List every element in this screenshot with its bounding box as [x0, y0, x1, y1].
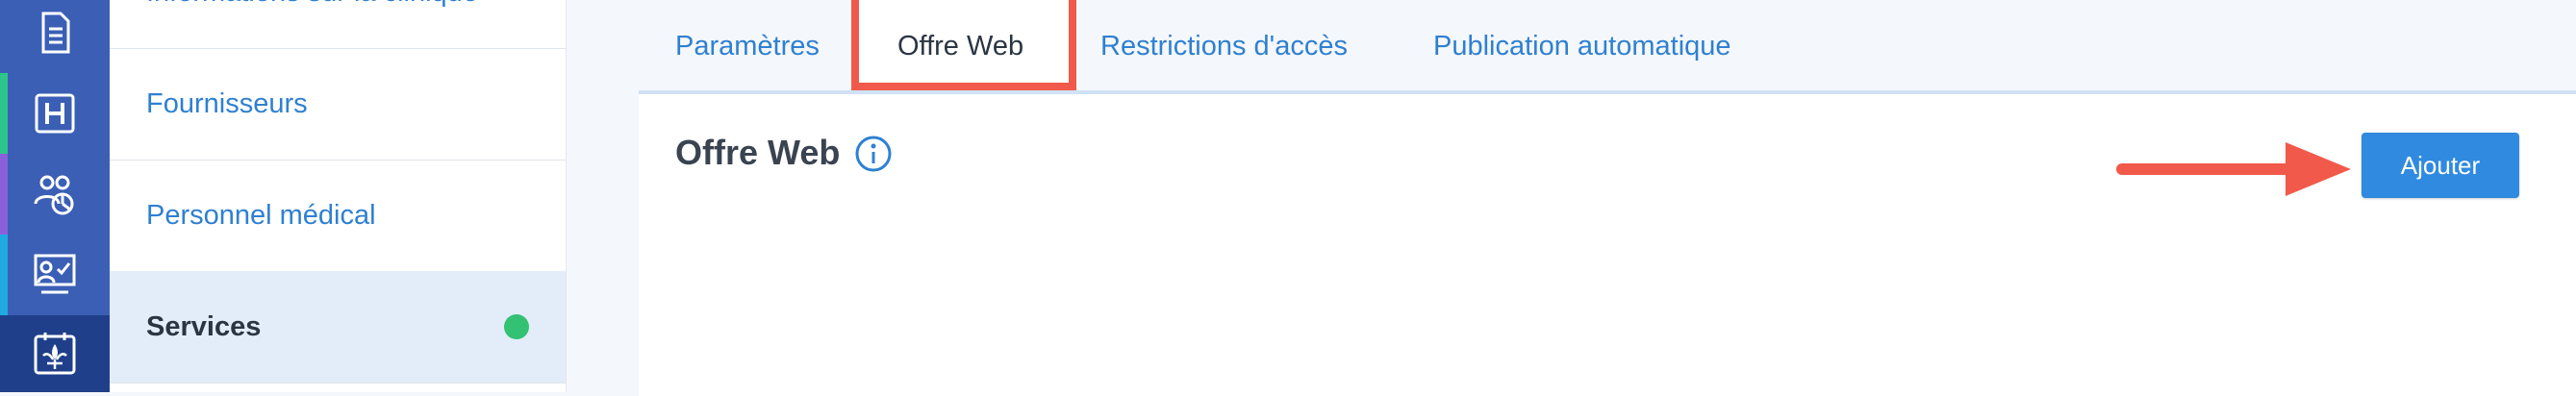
sidebar-item-clinic-info[interactable]: Informations sur la clinique [110, 0, 566, 49]
status-dot [504, 314, 529, 339]
sidebar-item-label: Fournisseurs [146, 88, 308, 119]
hospital-icon [35, 93, 75, 134]
rail-item-presentation[interactable] [0, 235, 110, 315]
rail-item-quebec[interactable] [0, 315, 110, 392]
panel-title: Offre Web [675, 133, 841, 172]
rail-accent [0, 154, 8, 235]
rail-item-staff[interactable] [0, 154, 110, 235]
rail-accent [0, 73, 8, 154]
sidebar-item-label: Services [146, 311, 262, 342]
document-icon [41, 12, 70, 54]
presentation-check-icon [34, 254, 76, 294]
rail-accent [0, 235, 8, 315]
web-offer-panel: Offre Web Ajouter [639, 90, 2576, 396]
rail-item-hospital[interactable] [0, 73, 110, 154]
sidebar-item-suppliers[interactable]: Fournisseurs [110, 48, 566, 161]
settings-sidebar: Informations sur la clinique Fournisseur… [110, 0, 567, 392]
sidebar-item-label: Informations sur la clinique [146, 0, 478, 48]
sidebar-item-label: Personnel médical [146, 200, 376, 231]
tab-offre-web[interactable]: Offre Web [897, 0, 1023, 92]
icon-rail [0, 0, 110, 392]
sidebar-item-medical-staff[interactable]: Personnel médical [110, 160, 566, 272]
fleur-de-lis-calendar-icon [34, 333, 76, 375]
info-icon[interactable] [854, 135, 893, 173]
annotation-arrow [2116, 142, 2351, 196]
sidebar-item-services[interactable]: Services [110, 271, 566, 384]
rail-item-documents[interactable] [0, 0, 110, 73]
add-button[interactable]: Ajouter [2361, 133, 2519, 198]
users-chart-icon [34, 175, 74, 215]
tab-parametres[interactable]: Paramètres [675, 0, 820, 92]
tab-access-restrictions[interactable]: Restrictions d'accès [1100, 0, 1348, 92]
tab-auto-publication[interactable]: Publication automatique [1433, 0, 1731, 92]
